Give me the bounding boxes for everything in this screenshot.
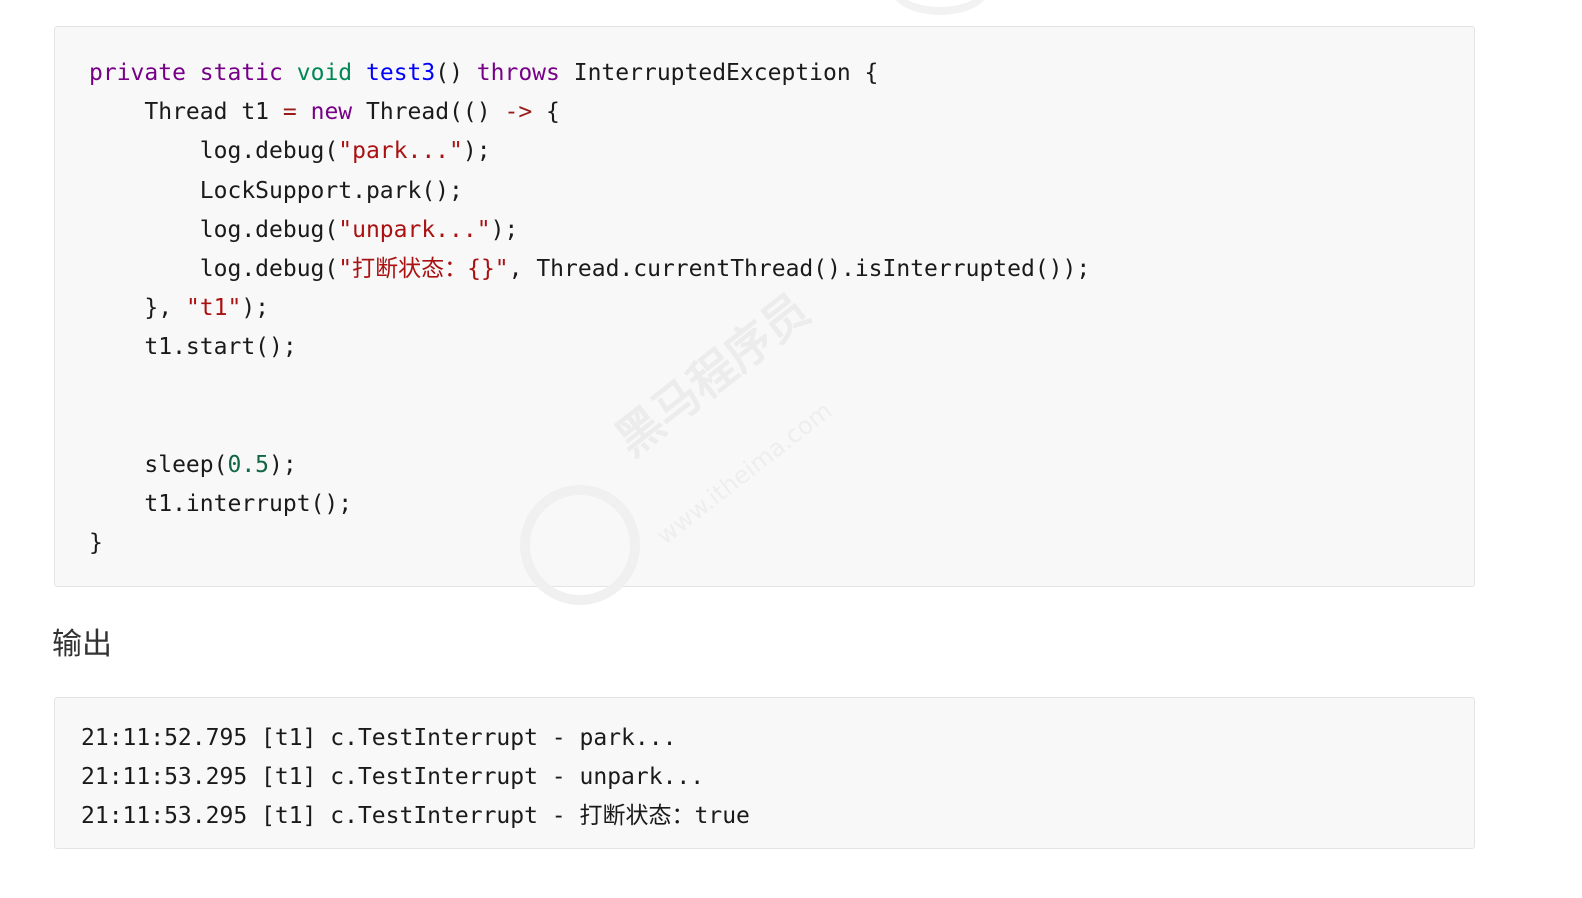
code-token: sleep( <box>89 452 228 478</box>
code-line: t1.interrupt(); <box>89 489 352 519</box>
code-token: { <box>532 99 560 125</box>
code-token: ); <box>462 138 491 164</box>
code-line: log.debug("打断状态：{}", Thread.currentThrea… <box>89 254 1090 284</box>
code-token: ); <box>490 217 519 243</box>
code-line: Thread t1 = new Thread(() -> { <box>89 97 560 127</box>
output-line: 21:11:53.295 [t1] c.TestInterrupt - 打断状态… <box>81 803 750 829</box>
code-line: log.debug("park..."); <box>89 136 491 166</box>
output-block: 21:11:52.795 [t1] c.TestInterrupt - park… <box>54 697 1475 849</box>
code-token: }, <box>89 295 186 321</box>
code-token: t1.start(); <box>89 334 297 360</box>
code-line: } <box>89 528 103 558</box>
code-token: "park..." <box>338 138 463 164</box>
code-line: private static void test3() throws Inter… <box>89 58 878 88</box>
code-token: test3 <box>366 60 436 86</box>
code-token: LockSupport.park(); <box>89 178 463 204</box>
code-line: t1.start(); <box>89 332 297 362</box>
code-token: ); <box>241 295 270 321</box>
output-heading: 输出 <box>52 627 112 662</box>
code-token: ); <box>269 452 297 478</box>
code-token: } <box>89 530 103 556</box>
code-token: throws <box>476 60 560 86</box>
code-token: log.debug( <box>89 256 339 282</box>
code-token: Thread t1 <box>89 99 283 125</box>
code-token: "t1" <box>185 295 242 321</box>
code-block: private static void test3() throws Inter… <box>54 26 1475 587</box>
code-token: void <box>296 60 353 86</box>
code-line: log.debug("unpark..."); <box>89 215 519 245</box>
code-token: log.debug( <box>89 217 339 243</box>
code-line: sleep(0.5); <box>89 450 297 480</box>
code-token: Thread(() <box>352 99 505 125</box>
code-token: () <box>435 60 477 86</box>
output-line: 21:11:53.295 [t1] c.TestInterrupt - unpa… <box>81 764 705 790</box>
code-token: , Thread.currentThread().isInterrupted()… <box>508 256 1091 282</box>
code-token: -> <box>504 99 533 125</box>
output-line: 21:11:52.795 [t1] c.TestInterrupt - park… <box>81 725 677 751</box>
code-token: 0.5 <box>227 452 270 478</box>
code-token: new <box>310 99 353 125</box>
code-token: static <box>199 60 283 86</box>
code-line: LockSupport.park(); <box>89 176 463 206</box>
code-token: InterruptedException { <box>559 60 879 86</box>
code-line: }, "t1"); <box>89 293 269 323</box>
code-token: "unpark..." <box>338 217 491 243</box>
code-token: log.debug( <box>89 138 339 164</box>
watermark-top-arc <box>890 0 990 15</box>
code-token: private <box>89 60 186 86</box>
code-token: = <box>282 99 297 125</box>
code-token: t1.interrupt(); <box>89 491 353 517</box>
code-token: "打断状态：{}" <box>338 256 509 282</box>
